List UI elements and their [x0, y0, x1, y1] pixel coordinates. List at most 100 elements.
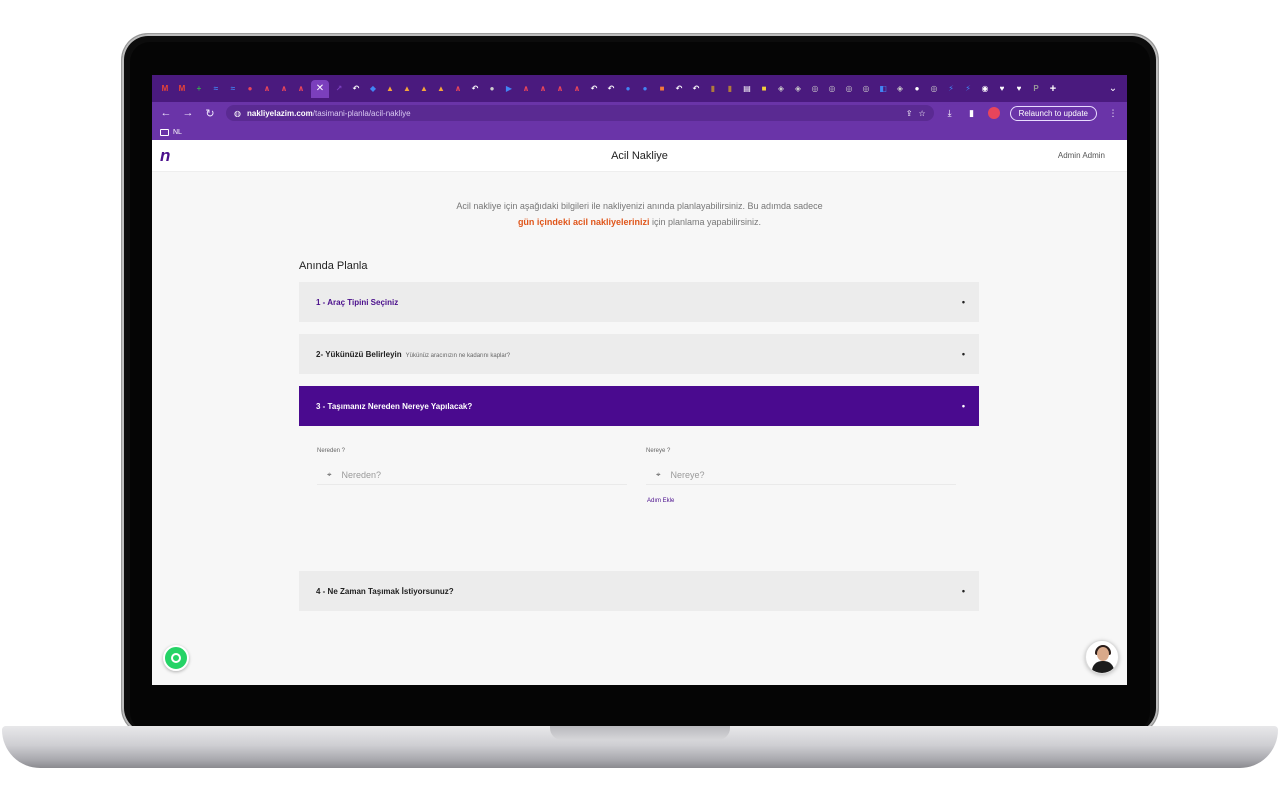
laptop-notch [550, 726, 730, 740]
browser-tab-bar: M M + ≈ ≈ ● ∧ ∧ ∧ ✕ ↗ ↶ ◆ ▲ ▲ ▲ ▲ ∧ ↶ ● ▶ ∧ ∧ ∧ ∧ ↶ ↶ ● ● ■ ↶ ↶ ▮ ▮ ▤ ■ ◈ ◈… [152, 75, 1127, 102]
app-icon[interactable]: ◈ [893, 82, 907, 96]
app-icon[interactable]: ↶ [349, 82, 363, 96]
tab-strip-left: M M + ≈ ≈ ● ∧ ∧ ∧ [158, 82, 308, 96]
app-icon[interactable]: ◈ [791, 82, 805, 96]
step-4-label: 4 - Ne Zaman Taşımak İstiyorsunuz? [316, 586, 454, 596]
app-icon[interactable]: ♥ [1012, 82, 1026, 96]
to-placeholder: Nereye? [670, 469, 705, 480]
bookmark-folder-nl[interactable]: NL [173, 129, 182, 136]
app-icon[interactable]: ● [910, 82, 924, 96]
step-load[interactable]: 2- Yükünüzü Belirleyin Yükünüz aracınızın… [299, 334, 979, 374]
forward-arrow-icon[interactable]: → [182, 107, 194, 119]
app-icon[interactable]: ▤ [740, 82, 754, 96]
app-icon[interactable]: ↶ [468, 82, 482, 96]
app-icon[interactable]: ■ [757, 82, 771, 96]
app-icon[interactable]: ↶ [689, 82, 703, 96]
app-icon[interactable]: ◎ [842, 82, 856, 96]
app-icon[interactable]: ∧ [277, 82, 291, 96]
app-icon[interactable]: ◎ [825, 82, 839, 96]
app-icon[interactable]: ◆ [366, 82, 380, 96]
browser-toolbar: ← → ↻ ◍ nakliyelazim.com/tasimani-planla… [152, 102, 1127, 124]
app-icon[interactable]: ↶ [672, 82, 686, 96]
app-icon[interactable]: ∧ [536, 82, 550, 96]
intro-line-1: Acil nakliye için aşağıdaki bilgileri il… [456, 201, 823, 211]
step-time[interactable]: 4 - Ne Zaman Taşımak İstiyorsunuz? • [299, 571, 979, 611]
app-icon[interactable]: ∧ [260, 82, 274, 96]
app-icon[interactable]: P [1029, 82, 1043, 96]
new-tab-plus-icon[interactable]: + [1046, 82, 1060, 96]
expand-dot-icon: • [961, 297, 965, 307]
gmail-icon[interactable]: M [158, 82, 172, 96]
tab-search-chevron-icon[interactable]: ⌄ [1105, 83, 1121, 94]
app-icon[interactable]: ∧ [451, 82, 465, 96]
app-icon[interactable]: ◉ [978, 82, 992, 96]
page-title: Acil Nakliye [611, 149, 668, 162]
bookmarks-bar: NL [152, 124, 1127, 140]
app-icon[interactable]: ♥ [995, 82, 1009, 96]
step-2-label: 2- Yükünüzü Belirleyin [316, 349, 402, 359]
profile-avatar[interactable] [987, 107, 1000, 119]
expand-dot-icon: • [961, 349, 965, 359]
app-icon[interactable]: ■ [655, 82, 669, 96]
app-icon[interactable]: ∧ [570, 82, 584, 96]
from-input[interactable]: ⌖ Nereden? [317, 465, 627, 485]
add-stop-link[interactable]: Adım Ekle [647, 498, 674, 504]
plus-app-icon[interactable]: + [192, 82, 206, 96]
app-icon[interactable]: ● [485, 82, 499, 96]
app-icon[interactable]: ∧ [294, 82, 308, 96]
download-icon[interactable]: ⤓ [944, 108, 956, 119]
screen: M M + ≈ ≈ ● ∧ ∧ ∧ ✕ ↗ ↶ ◆ ▲ ▲ ▲ ▲ ∧ ↶ ● ▶ ∧ ∧ ∧ ∧ ↶ ↶ ● ● ■ ↶ ↶ ▮ ▮ ▤ ■ ◈ ◈… [152, 75, 1127, 685]
app-icon[interactable]: ≈ [226, 82, 240, 96]
whatsapp-button[interactable] [163, 645, 189, 671]
step-2-sub: Yükünüz aracınızın ne kadarını kaplar? [405, 352, 511, 359]
app-icon[interactable]: ▶ [502, 82, 516, 96]
app-icon[interactable]: ◈ [774, 82, 788, 96]
app-icon[interactable]: ◎ [859, 82, 873, 96]
app-icon[interactable]: ⚡ [961, 82, 975, 96]
share-icon[interactable]: ⇪ [906, 109, 913, 118]
step-route[interactable]: 3 - Taşımanız Nereden Nereye Yapılacak? … [299, 386, 979, 426]
kebab-menu-icon[interactable]: ⋮ [1107, 108, 1119, 119]
collapse-dot-icon: • [961, 401, 965, 411]
app-icon[interactable]: ∧ [553, 82, 567, 96]
app-icon[interactable]: ▲ [400, 82, 414, 96]
user-menu[interactable]: Admin Admin [1058, 151, 1105, 160]
app-icon[interactable]: ▮ [723, 82, 737, 96]
expand-dot-icon: • [961, 586, 965, 596]
app-icon[interactable]: ● [243, 82, 257, 96]
intro-highlight: gün içindeki acil nakliyelerinizi [517, 217, 650, 227]
app-icon[interactable]: ◎ [808, 82, 822, 96]
app-icon[interactable]: ∧ [519, 82, 533, 96]
back-arrow-icon[interactable]: ← [160, 107, 172, 119]
to-input[interactable]: ⌖ Nereye? [646, 465, 956, 485]
address-bar[interactable]: ◍ nakliyelazim.com/tasimani-planla/acil-… [226, 105, 934, 121]
app-icon[interactable]: ● [621, 82, 635, 96]
app-icon[interactable]: ● [638, 82, 652, 96]
from-placeholder: Nereden? [341, 469, 382, 480]
reload-icon[interactable]: ↻ [204, 107, 216, 120]
url-host: nakliyelazim.com [246, 108, 313, 118]
active-tab-close-icon[interactable]: ✕ [311, 79, 329, 98]
app-icon[interactable]: ▲ [417, 82, 431, 96]
step-vehicle-type[interactable]: 1 - Araç Tipini Seçiniz • [299, 282, 979, 322]
app-icon[interactable]: ↗ [332, 82, 346, 96]
site-info-icon[interactable]: ◍ [234, 109, 241, 118]
app-icon[interactable]: ◧ [876, 82, 890, 96]
app-icon[interactable]: ◎ [927, 82, 941, 96]
bookmark-star-icon[interactable]: ☆ [918, 109, 925, 118]
support-agent-avatar[interactable] [1085, 640, 1119, 674]
tab-strip-right: ↗ ↶ ◆ ▲ ▲ ▲ ▲ ∧ ↶ ● ▶ ∧ ∧ ∧ ∧ ↶ ↶ ● ● ■ ↶ ↶ ▮ ▮ ▤ ■ ◈ ◈ ◎ ◎ ◎ ◎ ◧ ◈ ● ◎ ⚡ ⚡ ◉ ♥… [332, 82, 1043, 96]
app-icon[interactable]: ⚡ [944, 82, 958, 96]
app-icon[interactable]: ↶ [587, 82, 601, 96]
app-icon[interactable]: ▲ [383, 82, 397, 96]
app-header: n Acil Nakliye Admin Admin [152, 140, 1127, 172]
sidebar-panel-icon[interactable]: ▮ [966, 108, 978, 119]
from-label: Nereden ? [317, 448, 346, 454]
app-icon[interactable]: ↶ [604, 82, 618, 96]
gmail-icon[interactable]: M [175, 82, 189, 96]
app-icon[interactable]: ▲ [434, 82, 448, 96]
relaunch-button[interactable]: Relaunch to update [1009, 105, 1097, 121]
app-icon[interactable]: ▮ [706, 82, 720, 96]
folder-icon [160, 128, 169, 136]
app-icon[interactable]: ≈ [209, 82, 223, 96]
